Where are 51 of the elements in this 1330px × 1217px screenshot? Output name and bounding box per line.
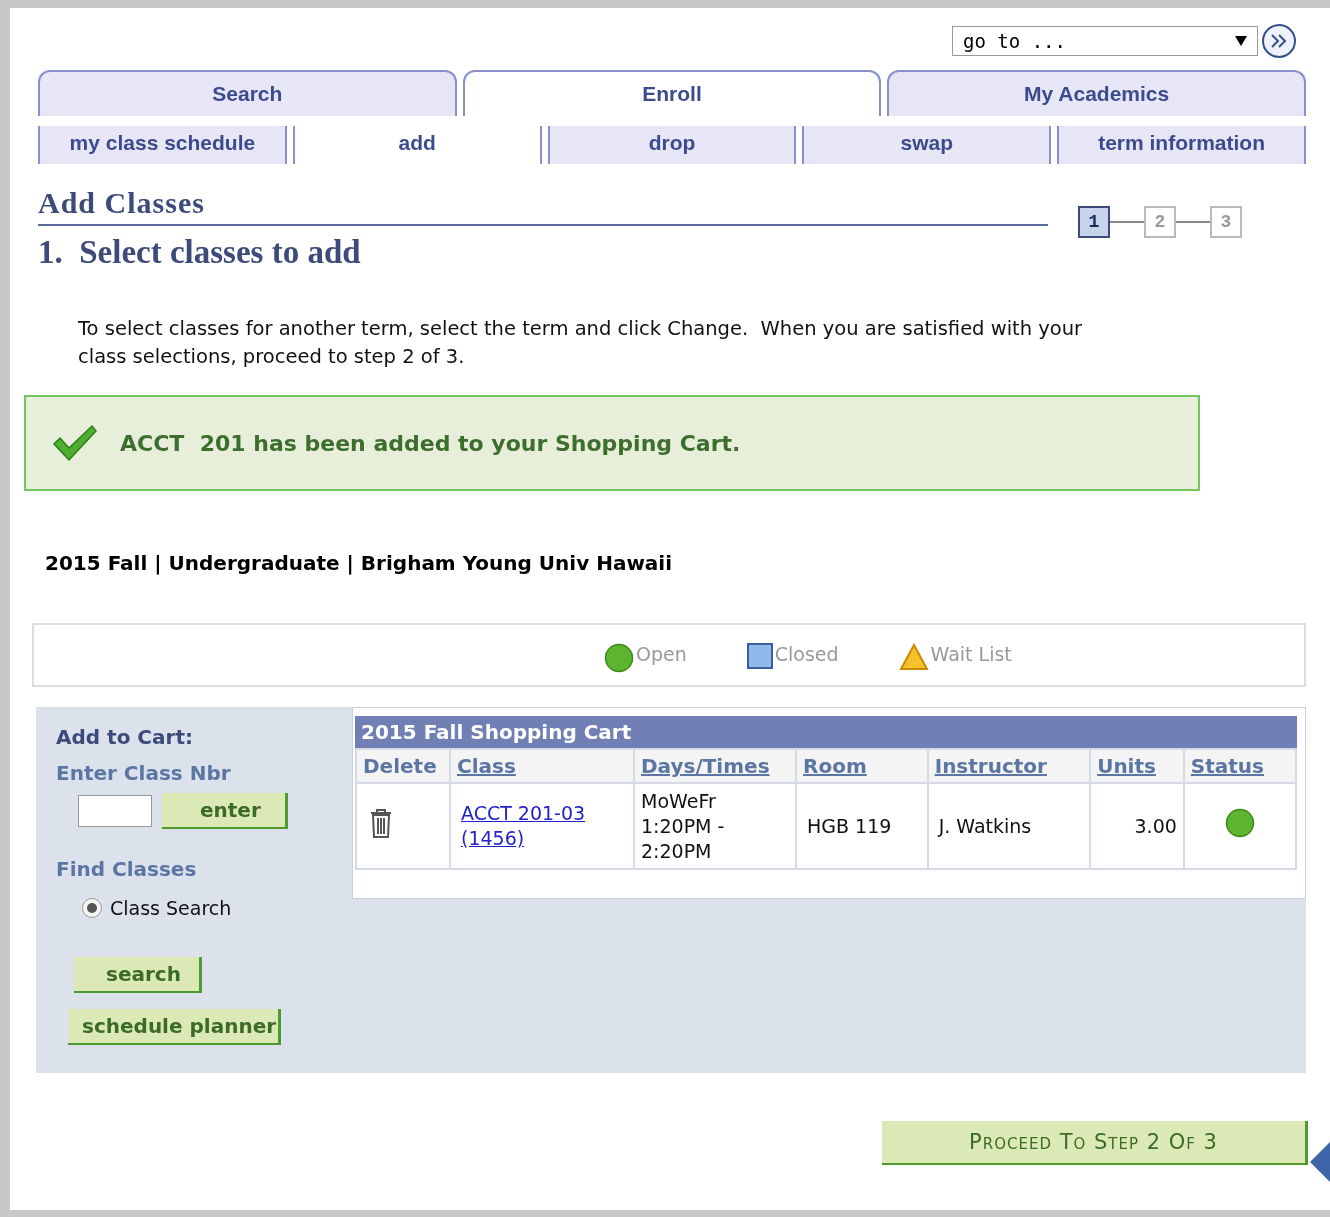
nav-tab[interactable]: My Academics	[887, 70, 1306, 116]
column-header[interactable]: Units	[1090, 749, 1184, 783]
go-button[interactable]	[1262, 24, 1296, 58]
add-to-cart-label: Add to Cart:	[56, 725, 194, 749]
proceed-button[interactable]: Proceed To Step 2 Of 3	[882, 1121, 1308, 1165]
step-indicator: 3	[1210, 206, 1242, 238]
column-header[interactable]: Room	[796, 749, 928, 783]
nav-tab[interactable]: Enroll	[462, 70, 882, 116]
column-header[interactable]: Instructor	[927, 749, 1091, 783]
step-indicator: 2	[1144, 206, 1176, 238]
class-nbr-field[interactable]	[78, 795, 152, 827]
sub-tab[interactable]: my class schedule	[38, 126, 287, 164]
column-header[interactable]: Status	[1183, 749, 1296, 783]
class-nbr-label: Enter Class Nbr	[56, 761, 232, 785]
nav-tab[interactable]: Search	[38, 70, 457, 116]
trash-icon[interactable]	[369, 807, 393, 839]
sub-tab[interactable]: swap	[802, 126, 1052, 164]
legend-label: Open	[636, 643, 687, 665]
legend-square-icon	[746, 643, 773, 669]
step-indicator: 1	[1078, 206, 1110, 238]
page-title: Add Classes	[38, 186, 206, 220]
enter-button[interactable]: enter	[162, 793, 288, 829]
table-cell: MoWeFr 1:20PM - 2:20PM	[634, 783, 796, 869]
column-header[interactable]: Days/Times	[634, 749, 796, 783]
step-heading: 1. Select classes to add	[38, 234, 362, 271]
schedule-planner-button[interactable]: schedule planner	[68, 1009, 282, 1045]
legend-triangle-icon	[898, 643, 929, 671]
cart-title: 2015 Fall Shopping Cart	[355, 716, 1297, 748]
goto-dropdown[interactable]: go to ...	[952, 26, 1258, 56]
sub-tab[interactable]: term information	[1057, 126, 1306, 164]
caret-icon	[1235, 35, 1247, 47]
term-info: 2015 Fall | Undergraduate | Brigham Young Univ Hawaii	[45, 551, 674, 575]
table-cell: HGB 119	[796, 783, 928, 869]
checkmark-icon	[52, 424, 98, 462]
table-cell: J. Watkins	[927, 783, 1091, 869]
arrow-tab-icon	[1310, 1142, 1330, 1182]
column-header[interactable]: Class	[450, 749, 634, 783]
search-button[interactable]: search	[74, 957, 202, 993]
column-header: Delete	[356, 749, 450, 783]
double-chevron-icon	[1270, 33, 1288, 49]
legend-label: Closed	[774, 643, 839, 665]
instructions-text: To select classes for another term, select the term and click Change. When you are satisfied with your class selections, proceed to step 2 of 3.	[78, 316, 1084, 370]
sub-tab[interactable]: drop	[547, 126, 797, 164]
find-classes-label: Find Classes	[56, 857, 198, 881]
legend-label: Wait List	[930, 643, 1012, 665]
radio-label: Class Search	[110, 897, 232, 919]
sub-tab[interactable]: add	[292, 126, 542, 164]
legend-circle-icon	[604, 643, 634, 673]
radio-button[interactable]	[82, 898, 102, 918]
success-message: ACCT 201 has been added to your Shopping Cart.	[120, 430, 741, 456]
table-cell: 3.00	[1090, 783, 1184, 869]
